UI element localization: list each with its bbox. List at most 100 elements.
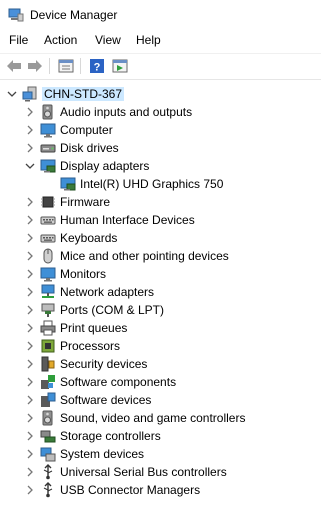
- tree-item-software-components[interactable]: Software components: [24, 373, 176, 391]
- tree-item-label: Monitors: [60, 267, 107, 281]
- chevron-right-icon[interactable]: [24, 466, 36, 478]
- tree-item-label: Disk drives: [60, 141, 119, 155]
- device-manager-icon: [8, 8, 24, 22]
- forward-arrow-icon[interactable]: [26, 58, 44, 74]
- tree-item-security-devices[interactable]: Security devices: [24, 355, 147, 373]
- tree-item-audio[interactable]: Audio inputs and outputs: [24, 103, 192, 121]
- tree-item-label: Display adapters: [60, 159, 150, 173]
- tree-item-label: Processors: [60, 339, 121, 353]
- printer-icon: [40, 320, 56, 336]
- tree-item-usb-controllers[interactable]: Universal Serial Bus controllers: [24, 463, 227, 481]
- display-adapter-icon: [40, 158, 56, 174]
- toolbar-separator: [49, 58, 50, 74]
- tree-item-label: Mice and other pointing devices: [60, 249, 229, 263]
- help-icon[interactable]: ?: [88, 58, 106, 74]
- menu-action[interactable]: Action: [42, 33, 79, 47]
- usb-icon: [40, 464, 56, 480]
- chip-icon: [40, 194, 56, 210]
- chevron-down-icon[interactable]: [24, 160, 36, 172]
- tree-item-computer[interactable]: Computer: [24, 121, 113, 139]
- chevron-right-icon[interactable]: [24, 394, 36, 406]
- tree-item-label: Print queues: [60, 321, 128, 335]
- chevron-right-icon[interactable]: [24, 376, 36, 388]
- tree-item-label: System devices: [60, 447, 145, 461]
- tree-item-label: Computer: [60, 123, 113, 137]
- chevron-right-icon[interactable]: [24, 412, 36, 424]
- network-icon: [40, 284, 56, 300]
- title-bar: Device Manager: [0, 0, 321, 30]
- tree-item-usb-connector-managers[interactable]: USB Connector Managers: [24, 481, 200, 499]
- tree-item-disk-drives[interactable]: Disk drives: [24, 139, 119, 157]
- chevron-right-icon[interactable]: [24, 322, 36, 334]
- chevron-right-icon[interactable]: [24, 358, 36, 370]
- monitor-icon: [40, 122, 56, 138]
- processor-icon: [40, 338, 56, 354]
- chevron-down-icon[interactable]: [6, 88, 18, 100]
- device-tree[interactable]: CHN-STD-367 Audio inputs and outputs Com…: [0, 79, 321, 527]
- display-adapter-icon: [60, 176, 76, 192]
- chevron-right-icon[interactable]: [24, 232, 36, 244]
- monitor-icon: [40, 266, 56, 282]
- tree-item-hid[interactable]: Human Interface Devices: [24, 211, 195, 229]
- chevron-right-icon[interactable]: [24, 448, 36, 460]
- security-icon: [40, 356, 56, 372]
- scan-hardware-icon[interactable]: [111, 58, 129, 74]
- window-title: Device Manager: [30, 8, 118, 22]
- speaker-icon: [40, 410, 56, 426]
- toolbar-separator: [80, 58, 81, 74]
- system-devices-icon: [40, 446, 56, 462]
- chevron-right-icon[interactable]: [24, 124, 36, 136]
- tree-item-label: Storage controllers: [60, 429, 161, 443]
- disk-drive-icon: [40, 140, 56, 156]
- puzzle-icon: [40, 374, 56, 390]
- software-device-icon: [40, 392, 56, 408]
- mouse-icon: [40, 248, 56, 264]
- tree-item-label: Firmware: [60, 195, 110, 209]
- keyboard-icon: [40, 230, 56, 246]
- tree-item-system-devices[interactable]: System devices: [24, 445, 144, 463]
- svg-text:?: ?: [94, 62, 101, 74]
- chevron-right-icon[interactable]: [24, 286, 36, 298]
- tree-item-label: Software devices: [60, 393, 152, 407]
- chevron-right-icon[interactable]: [24, 304, 36, 316]
- menu-help[interactable]: Help: [134, 33, 163, 47]
- back-arrow-icon[interactable]: [5, 58, 23, 74]
- menu-view[interactable]: View: [93, 33, 123, 47]
- chevron-right-icon[interactable]: [24, 214, 36, 226]
- tree-item-label: Keyboards: [60, 231, 118, 245]
- tree-item-processors[interactable]: Processors: [24, 337, 120, 355]
- tree-item-network-adapters[interactable]: Network adapters: [24, 283, 154, 301]
- tree-item-software-devices[interactable]: Software devices: [24, 391, 151, 409]
- tree-item-print-queues[interactable]: Print queues: [24, 319, 127, 337]
- tree-item-display-adapters[interactable]: Display adapters: [24, 157, 149, 175]
- port-icon: [40, 302, 56, 318]
- chevron-right-icon[interactable]: [24, 196, 36, 208]
- chevron-right-icon[interactable]: [24, 142, 36, 154]
- tree-item-ports[interactable]: Ports (COM & LPT): [24, 301, 164, 319]
- tree-item-keyboards[interactable]: Keyboards: [24, 229, 117, 247]
- tree-item-label: Audio inputs and outputs: [60, 105, 193, 119]
- tree-item-label: Security devices: [60, 357, 148, 371]
- chevron-right-icon[interactable]: [24, 430, 36, 442]
- chevron-right-icon[interactable]: [24, 268, 36, 280]
- chevron-right-icon[interactable]: [24, 250, 36, 262]
- tree-item-label: Intel(R) UHD Graphics 750: [80, 177, 224, 191]
- properties-icon[interactable]: [57, 58, 75, 74]
- tree-item-label: Network adapters: [60, 285, 155, 299]
- tree-item-firmware[interactable]: Firmware: [24, 193, 110, 211]
- menu-bar: File Action View Help: [0, 31, 321, 51]
- menu-file[interactable]: File: [7, 33, 30, 47]
- speaker-icon: [40, 104, 56, 120]
- tree-item-label: Human Interface Devices: [60, 213, 195, 227]
- chevron-right-icon[interactable]: [24, 106, 36, 118]
- tree-item-intel-uhd-graphics[interactable]: Intel(R) UHD Graphics 750: [60, 175, 223, 193]
- chevron-right-icon[interactable]: [24, 484, 36, 496]
- tree-item-mice[interactable]: Mice and other pointing devices: [24, 247, 229, 265]
- toolbar: ?: [0, 53, 321, 78]
- tree-root[interactable]: CHN-STD-367: [6, 85, 125, 103]
- chevron-right-icon[interactable]: [24, 340, 36, 352]
- tree-item-sound-video-game[interactable]: Sound, video and game controllers: [24, 409, 245, 427]
- tree-item-storage-controllers[interactable]: Storage controllers: [24, 427, 161, 445]
- tree-item-label: Universal Serial Bus controllers: [60, 465, 227, 479]
- tree-item-monitors[interactable]: Monitors: [24, 265, 106, 283]
